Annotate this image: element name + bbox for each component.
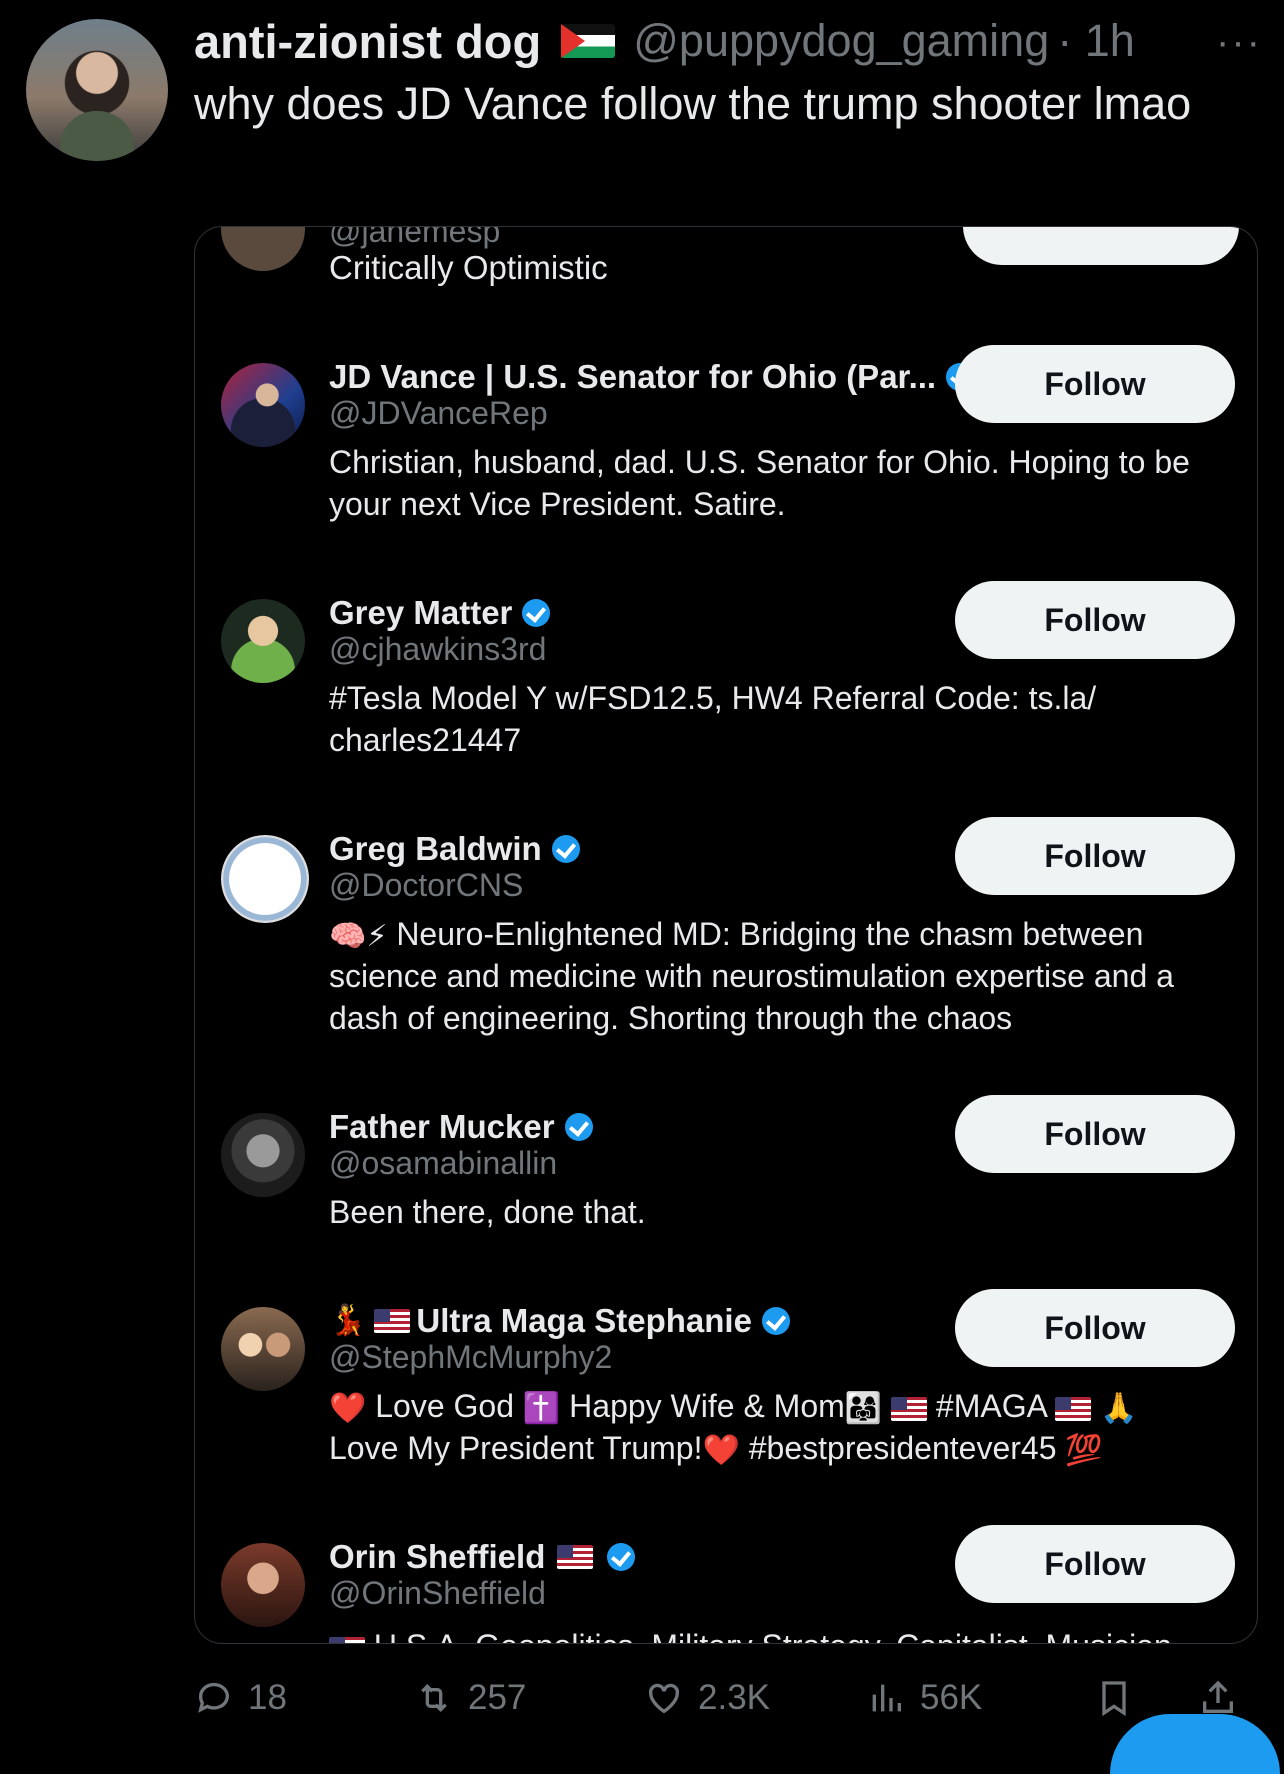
- embedded-image-card[interactable]: @janemesp Critically Optimistic JD Vance…: [194, 226, 1258, 1644]
- like-count: 2.3K: [698, 1678, 770, 1717]
- clipped-bio: Critically Optimistic: [329, 249, 608, 286]
- user-handle: @OrinSheffield: [329, 1575, 546, 1611]
- share-icon: [1203, 1680, 1233, 1713]
- user-name: Ultra Maga Stephanie: [416, 1302, 752, 1339]
- red-heart-emoji: ❤️: [702, 1433, 740, 1467]
- hundred-emoji: 💯: [1065, 1433, 1103, 1467]
- clipped-avatar: [221, 227, 305, 271]
- cross-emoji: ✝️: [522, 1391, 561, 1425]
- follow-button: Follow: [955, 345, 1235, 423]
- user-handle: @JDVanceRep: [329, 395, 548, 431]
- us-flag-icon: [329, 1636, 365, 1643]
- us-flag-icon: [1055, 1396, 1092, 1421]
- tweet-timestamp[interactable]: · 1h: [1057, 15, 1135, 67]
- bio-part: Love My President Trump!: [329, 1430, 703, 1466]
- tweet-header: anti-zionist dog @puppydog_gaming · 1h ·…: [194, 10, 1264, 72]
- user-handle: @DoctorCNS: [329, 867, 524, 903]
- more-options-icon[interactable]: ···: [1216, 20, 1262, 65]
- tweet-action-bar: 18 257 2.3K 56K: [194, 1670, 1254, 1726]
- follow-button: Follow: [955, 1095, 1235, 1173]
- avatar: [221, 599, 305, 683]
- author-display-name[interactable]: anti-zionist dog: [194, 14, 541, 69]
- user-bio: #Tesla Model Y w/FSD12.5, HW4 Referral C…: [329, 680, 1097, 758]
- pray-emoji: 🙏: [1099, 1391, 1138, 1425]
- verified-badge-icon: [761, 1307, 790, 1335]
- reply-count: 18: [248, 1678, 287, 1717]
- bio-part: Love God: [375, 1388, 515, 1424]
- view-count: 56K: [920, 1678, 983, 1717]
- bookmark-button[interactable]: [1094, 1670, 1148, 1726]
- avatar: [221, 1543, 305, 1627]
- avatar: [221, 1307, 305, 1391]
- user-row: Greg Baldwin @DoctorCNS 🧠⚡ Neuro-Enlight…: [195, 817, 1257, 1036]
- reply-button[interactable]: 18: [194, 1670, 287, 1726]
- follow-button: Follow: [955, 817, 1235, 895]
- views-icon: [872, 1684, 901, 1712]
- reply-icon: [198, 1682, 229, 1713]
- clipped-handle: @janemesp: [329, 226, 501, 249]
- follow-button: Follow: [955, 581, 1235, 659]
- family-emoji: 👨‍👩‍👧: [844, 1391, 883, 1425]
- user-bio: Christian, husband, dad. U.S. Senator fo…: [329, 444, 1190, 522]
- verified-badge-icon: [564, 1113, 593, 1141]
- user-bio-text: Neuro-Enlightened MD: Bridging the chasm…: [329, 916, 1174, 1036]
- user-row: JD Vance | U.S. Senator for Ohio (Par...…: [195, 345, 1257, 522]
- us-flag-icon: [891, 1396, 928, 1421]
- user-bio: Been there, done that.: [329, 1194, 646, 1230]
- user-name: Father Mucker: [329, 1108, 555, 1145]
- palestine-flag-icon: [561, 24, 616, 58]
- bookmark-icon: [1102, 1681, 1126, 1717]
- bio-part: #MAGA: [935, 1388, 1047, 1424]
- tweet-text: why does JD Vance follow the trump shoot…: [194, 78, 1192, 129]
- verified-badge-icon: [607, 1543, 636, 1571]
- user-row: 💃 Ultra Maga Stephanie @StephMcMurphy2 ❤…: [195, 1289, 1257, 1466]
- user-row: Father Mucker @osamabinallin Been there,…: [195, 1095, 1257, 1230]
- user-name: JD Vance | U.S. Senator for Ohio (Par...: [329, 358, 937, 395]
- user-handle: @cjhawkins3rd: [329, 631, 547, 667]
- user-name: Grey Matter: [329, 594, 513, 631]
- avatar: [221, 835, 309, 923]
- views-button[interactable]: 56K: [866, 1670, 982, 1726]
- user-bio-text: U.S.A. Geopolitics. Military Strategy. C…: [374, 1628, 1172, 1643]
- bio-part: Happy Wife & Mom: [569, 1388, 845, 1424]
- verified-badge-icon: [522, 599, 551, 627]
- user-handle: @StephMcMurphy2: [329, 1339, 613, 1375]
- avatar: [221, 363, 305, 447]
- like-button[interactable]: 2.3K: [644, 1670, 770, 1726]
- user-handle: @osamabinallin: [329, 1145, 558, 1181]
- author-avatar[interactable]: [26, 19, 168, 161]
- heart-icon: [648, 1683, 680, 1714]
- repost-button[interactable]: 257: [414, 1670, 526, 1726]
- user-row: Grey Matter @cjhawkins3rd #Tesla Model Y…: [195, 581, 1257, 758]
- us-flag-icon: [374, 1309, 411, 1333]
- dancer-emoji: 💃: [329, 1304, 367, 1337]
- user-name: Orin Sheffield: [329, 1538, 546, 1575]
- user-row: Orin Sheffield @OrinSheffield U.S.A. Geo…: [195, 1525, 1257, 1643]
- clipped-follow-button: [963, 227, 1239, 265]
- brain-lightning-emoji: 🧠⚡: [329, 919, 388, 953]
- user-bio: 🧠⚡ Neuro-Enlightened MD: Bridging the ch…: [329, 913, 1229, 1039]
- red-heart-emoji: ❤️: [329, 1391, 367, 1425]
- avatar: [221, 1113, 305, 1197]
- verified-badge-icon: [551, 835, 580, 863]
- user-bio: U.S.A. Geopolitics. Military Strategy. C…: [329, 1625, 1229, 1643]
- author-handle[interactable]: @puppydog_gaming: [633, 15, 1049, 67]
- user-bio: ❤️ Love God ✝️ Happy Wife & Mom👨‍👩‍👧 #MA…: [329, 1385, 1229, 1469]
- us-flag-icon: [557, 1545, 594, 1569]
- repost-count: 257: [468, 1678, 527, 1717]
- user-name: Greg Baldwin: [329, 830, 542, 867]
- follow-button: Follow: [955, 1289, 1235, 1367]
- repost-icon: [421, 1683, 447, 1713]
- follow-button: Follow: [955, 1525, 1235, 1603]
- bio-part: #bestpresidentever45: [748, 1430, 1057, 1466]
